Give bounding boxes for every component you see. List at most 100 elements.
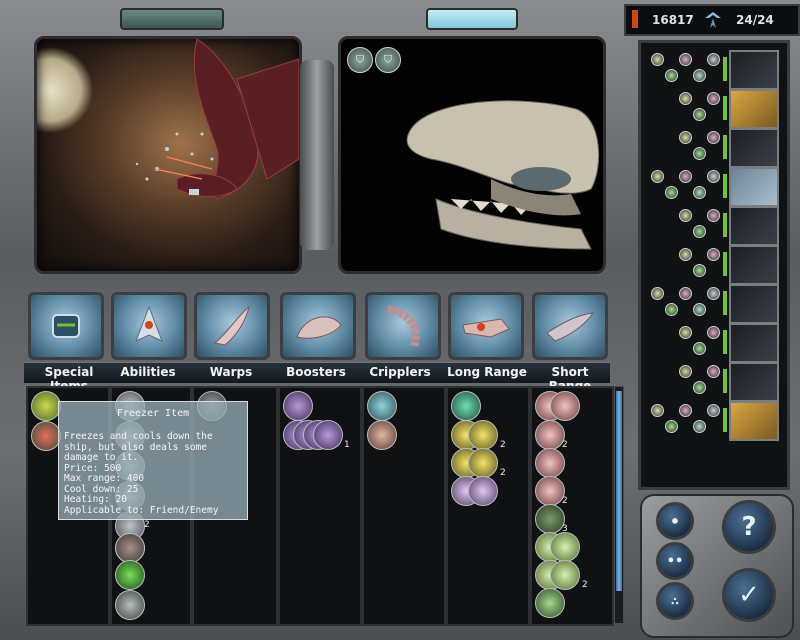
green-bolt-ability-icon[interactable] [115,560,145,590]
fleet-ship-portrait-selected[interactable] [729,167,779,207]
tab-label-long-range[interactable]: Long Range [446,365,528,379]
dot-button-bottom[interactable]: ∴ [656,582,694,620]
fleet-ship-row[interactable] [641,361,787,402]
short-range-item[interactable] [550,532,580,562]
fleet-ship-portrait[interactable] [729,128,779,168]
short-range-item[interactable] [535,504,565,534]
cripplers-icon [387,305,420,349]
ship-upgrade-icon [693,420,706,433]
tab-label-cripplers[interactable]: Cripplers [362,365,438,379]
ship-upgrade-icon [707,92,720,105]
column-short-range[interactable]: 2 2 3 2 [530,386,614,626]
scrollbar-thumb[interactable] [616,391,622,591]
triple-dot-icon: ∴ [671,594,679,608]
fleet-ship-row[interactable] [641,283,787,324]
fleet-ship-portrait[interactable] [729,401,779,441]
short-range-item[interactable] [550,560,580,590]
space-scene [135,39,299,200]
short-range-count: 2 [562,496,568,506]
crippler-item[interactable] [367,420,397,450]
ship-upgrade-icon [693,147,706,160]
fleet-ship-row[interactable] [641,127,787,168]
help-button[interactable]: ? [722,500,776,554]
ship-upgrade-icon [693,69,706,82]
fleet-ship-portrait[interactable] [729,362,779,402]
column-boosters[interactable]: 1 [278,386,362,626]
ghost-ability-icon[interactable] [115,533,145,563]
freezer-item-icon[interactable] [31,391,61,421]
tab-short-range[interactable] [532,292,608,360]
fleet-ship-portrait[interactable] [729,245,779,285]
fleet-ship-row[interactable] [641,205,787,246]
tab-boosters[interactable] [280,292,356,360]
fleet-ship-portrait[interactable] [729,89,779,129]
ability-count: 2 [144,520,150,530]
ship-upgrade-icon [707,365,720,378]
column-long-range[interactable]: 2 2 [446,386,530,626]
ship-upgrade-icon [665,69,678,82]
dot-button-middle[interactable]: •• [656,542,694,580]
tab-abilities[interactable] [111,292,187,360]
short-range-item[interactable] [535,448,565,478]
ship-upgrade-icon [679,248,692,261]
tab-special-items[interactable] [28,292,104,360]
booster-item[interactable] [313,420,343,450]
long-range-item[interactable] [451,391,481,421]
column-cripplers[interactable] [362,386,446,626]
ship-upgrade-icon [679,92,692,105]
fleet-ship-portrait[interactable] [729,284,779,324]
fleet-list[interactable] [638,40,790,490]
long-range-item[interactable] [468,476,498,506]
fleet-ship-row[interactable] [641,244,787,285]
tab-label-warps[interactable]: Warps [194,365,268,379]
short-range-item[interactable] [535,420,565,450]
fleet-ship-row[interactable] [641,166,787,207]
ship-upgrade-icon [665,303,678,316]
fleet-count: 24/24 [736,13,774,27]
tab-long-range[interactable] [448,292,524,360]
tab-label-abilities[interactable]: Abilities [110,365,186,379]
ship-upgrade-icon [679,131,692,144]
ship-health-bar [723,330,727,354]
ship-health-bar [723,369,727,393]
short-range-count: 2 [582,580,588,590]
item-tooltip: Freezer Item Freezes and cools down the … [58,401,248,520]
space-view[interactable] [34,36,302,274]
fleet-ship-row[interactable] [641,400,787,441]
alert-indicator [632,10,638,28]
crippler-item[interactable] [367,391,397,421]
question-icon: ? [741,512,757,542]
ship-upgrade-icon [693,381,706,394]
tab-warps[interactable] [194,292,270,360]
ship-health-bar [723,57,727,81]
booster-item[interactable] [283,391,313,421]
short-range-item[interactable] [535,476,565,506]
ship-upgrade-icon [707,53,720,66]
ship-upgrade-icon [679,365,692,378]
ship-health-bar [723,213,727,237]
dot-button-top[interactable]: • [656,502,694,540]
credits-value: 16817 [652,13,694,27]
tab-label-boosters[interactable]: Boosters [278,365,354,379]
fleet-ship-row[interactable] [641,322,787,363]
fleet-ship-portrait[interactable] [729,50,779,90]
fleet-ship-row[interactable] [641,88,787,129]
short-range-item[interactable] [550,391,580,421]
fleet-ship-portrait[interactable] [729,206,779,246]
confirm-button[interactable]: ✓ [722,568,776,622]
long-range-item[interactable] [468,420,498,450]
long-range-item[interactable] [468,448,498,478]
item-scrollbar[interactable] [614,386,624,624]
red-item-icon[interactable] [31,421,61,451]
shield-ability-icon[interactable] [115,590,145,620]
top-indicator-right [426,8,518,30]
ship-health-bar [723,135,727,159]
short-range-item[interactable] [535,588,565,618]
tab-cripplers[interactable] [365,292,441,360]
long-range-count: 2 [500,468,506,478]
hive-structure [176,39,299,200]
fleet-ship-portrait[interactable] [729,323,779,363]
long-range-icon [462,318,510,338]
ship-upgrade-icon [679,326,692,339]
fleet-ship-row[interactable] [641,49,787,90]
